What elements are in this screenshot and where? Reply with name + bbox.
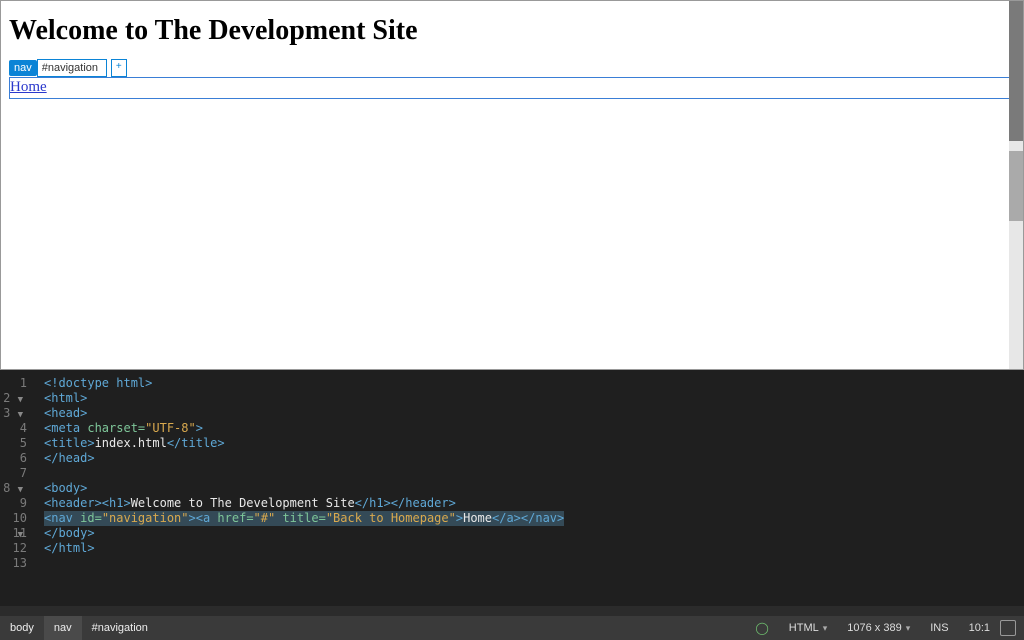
code-line[interactable]: <header><h1>Welcome to The Development S…: [44, 496, 1016, 511]
selected-nav-element[interactable]: Home: [9, 77, 1011, 99]
line-number: 8 ▼: [0, 481, 30, 496]
insert-mode[interactable]: INS: [920, 616, 958, 640]
line-number: 9: [0, 496, 30, 511]
breadcrumb-nav[interactable]: nav: [44, 616, 82, 640]
code-line[interactable]: <title>index.html</title>: [44, 436, 1016, 451]
code-line[interactable]: <nav id="navigation"><a href="#" title="…: [44, 511, 1016, 526]
preview-scrollbar[interactable]: [1009, 1, 1023, 369]
page-title: Welcome to The Development Site: [9, 15, 1015, 47]
viewport-size[interactable]: 1076 x 389▾: [837, 616, 920, 640]
breadcrumb-id[interactable]: #navigation: [82, 616, 158, 640]
element-tag-pill[interactable]: nav: [9, 60, 37, 76]
line-number: 10 ▼: [0, 511, 30, 526]
breadcrumb-body[interactable]: body: [0, 616, 44, 640]
code-line[interactable]: </head>: [44, 451, 1016, 466]
element-id-input[interactable]: [37, 59, 107, 77]
line-number: 3 ▼: [0, 406, 30, 421]
cursor-position[interactable]: 10:1: [959, 616, 1000, 640]
line-number: 12: [0, 541, 30, 556]
line-number: 5: [0, 436, 30, 451]
add-class-button[interactable]: +: [111, 59, 127, 77]
home-link[interactable]: Home: [10, 79, 47, 95]
code-line[interactable]: <html>: [44, 391, 1016, 406]
line-number: 6: [0, 451, 30, 466]
line-number: 7: [0, 466, 30, 481]
line-number-gutter: 12 ▼3 ▼45678 ▼910 ▼111213: [0, 376, 30, 571]
chevron-down-icon: ▾: [902, 623, 911, 633]
element-inspector-overlay: nav +: [9, 59, 127, 77]
scrollbar-thumb[interactable]: [1009, 1, 1023, 141]
line-number: 2 ▼: [0, 391, 30, 406]
code-editor-pane[interactable]: 12 ▼3 ▼45678 ▼910 ▼111213 <!doctype html…: [0, 370, 1024, 606]
code-content[interactable]: <!doctype html><html><head><meta charset…: [44, 376, 1016, 571]
line-number: 11: [0, 526, 30, 541]
code-line[interactable]: </html>: [44, 541, 1016, 556]
language-mode[interactable]: HTML▾: [779, 616, 837, 640]
line-number: 4: [0, 421, 30, 436]
code-line[interactable]: <body>: [44, 481, 1016, 496]
settings-icon[interactable]: [1000, 620, 1016, 636]
code-line[interactable]: </body>: [44, 526, 1016, 541]
sync-status-icon[interactable]: ◯: [745, 616, 778, 640]
line-number: 1: [0, 376, 30, 391]
scrollbar-thumb-secondary[interactable]: [1009, 151, 1023, 221]
live-preview-pane: Welcome to The Development Site nav + Ho…: [0, 0, 1024, 370]
code-line[interactable]: [44, 466, 1016, 481]
line-number: 13: [0, 556, 30, 571]
code-line[interactable]: [44, 556, 1016, 571]
code-line[interactable]: <meta charset="UTF-8">: [44, 421, 1016, 436]
status-bar: body nav #navigation ◯ HTML▾ 1076 x 389▾…: [0, 616, 1024, 640]
chevron-down-icon: ▾: [819, 623, 828, 633]
code-line[interactable]: <head>: [44, 406, 1016, 421]
code-line[interactable]: <!doctype html>: [44, 376, 1016, 391]
